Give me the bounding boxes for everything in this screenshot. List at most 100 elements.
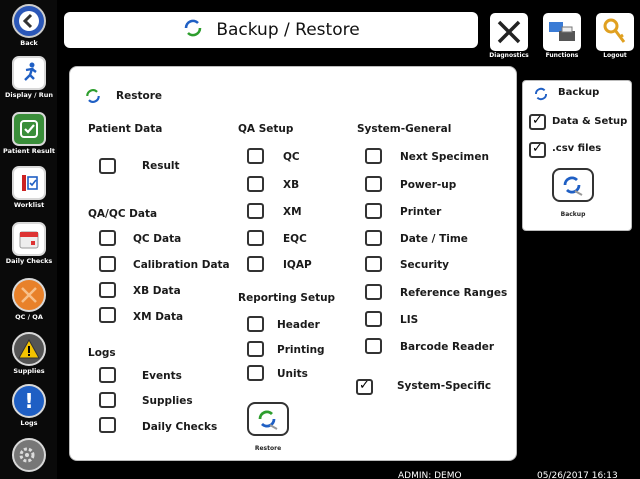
lis-checkbox[interactable]: [365, 311, 382, 327]
qc-data-label: QC Data: [133, 233, 182, 245]
backup-button-icon: [563, 176, 583, 196]
power-up-checkbox[interactable]: [365, 176, 382, 192]
backup-panel: Backup Data & Setup .csv files Backup: [522, 80, 632, 231]
events-label: Events: [142, 370, 182, 382]
eqc-checkbox[interactable]: [247, 230, 264, 246]
csv-files-label: .csv files: [552, 143, 602, 154]
system-general-heading: System-General: [357, 123, 452, 135]
units-label: Units: [277, 368, 308, 380]
tools-icon: [490, 13, 528, 51]
warning-icon: [12, 332, 46, 366]
supplies-label: Supplies: [142, 395, 193, 407]
worklist-icon: [12, 166, 46, 200]
sidebar-nav: Back Display / Run Patient Results Workl…: [0, 0, 57, 479]
xm-checkbox[interactable]: [247, 203, 264, 219]
printing-label: Printing: [277, 344, 325, 356]
iqap-label: IQAP: [283, 259, 312, 271]
backup-button-label: Backup: [560, 211, 586, 218]
lis-label: LIS: [400, 314, 419, 326]
xm-label: XM: [283, 206, 302, 218]
daily-checks-checkbox[interactable]: [99, 417, 116, 433]
reference-ranges-checkbox[interactable]: [365, 284, 382, 300]
calendar-icon: [12, 222, 46, 256]
restore-button-label: Restore: [254, 445, 282, 452]
user-status: ADMIN: DEMO: [398, 471, 462, 479]
xm-data-label: XM Data: [133, 311, 184, 323]
security-checkbox[interactable]: [365, 256, 382, 272]
page-header: Backup / Restore: [64, 12, 478, 48]
events-checkbox[interactable]: [99, 367, 116, 383]
csv-files-checkbox[interactable]: [529, 141, 546, 158]
result-checkbox[interactable]: [99, 158, 116, 174]
restore-title: Restore: [116, 90, 162, 102]
runner-icon: [12, 56, 46, 90]
qc-qa-icon: [12, 278, 46, 312]
xb-checkbox[interactable]: [247, 176, 264, 192]
xb-data-checkbox[interactable]: [99, 282, 116, 298]
supplies-checkbox[interactable]: [99, 392, 116, 408]
backup-restore-icon: [182, 17, 204, 43]
backup-icon: [533, 86, 549, 106]
page-title: Backup / Restore: [216, 20, 360, 40]
calibration-data-checkbox[interactable]: [99, 256, 116, 272]
qaqc-data-heading: QA/QC Data: [88, 208, 158, 220]
computer-printer-icon: [543, 13, 581, 51]
sidebar-item-worklist[interactable]: Worklist: [3, 166, 55, 209]
header-label: Header: [277, 319, 320, 331]
barcode-reader-label: Barcode Reader: [400, 341, 495, 353]
date-time-label: Date / Time: [400, 233, 468, 245]
logout-button[interactable]: Logout: [594, 13, 636, 61]
logs-heading: Logs: [88, 347, 116, 359]
sidebar-item-back[interactable]: Back: [3, 4, 55, 47]
data-setup-checkbox[interactable]: [529, 113, 546, 130]
qc-checkbox[interactable]: [247, 148, 264, 164]
next-specimen-checkbox[interactable]: [365, 148, 382, 164]
date-time-status: 05/26/2017 16:13: [537, 471, 618, 479]
power-up-label: Power-up: [400, 179, 457, 191]
restore-button[interactable]: [247, 402, 289, 436]
result-label: Result: [142, 160, 180, 172]
sidebar-item-logs[interactable]: ! Logs: [3, 384, 55, 427]
key-icon: [596, 13, 634, 51]
header-checkbox[interactable]: [247, 316, 264, 332]
xb-label: XB: [283, 179, 300, 191]
printing-checkbox[interactable]: [247, 341, 264, 357]
patient-data-heading: Patient Data: [88, 123, 163, 135]
sidebar-item-patient-results[interactable]: Patient Results: [3, 112, 55, 155]
qa-setup-heading: QA Setup: [238, 123, 294, 135]
qc-data-checkbox[interactable]: [99, 230, 116, 246]
patient-results-icon: [12, 112, 46, 146]
info-icon: !: [12, 384, 46, 418]
diagnostics-button[interactable]: Diagnostics: [488, 13, 530, 61]
security-label: Security: [400, 259, 450, 271]
sidebar-item-display-run[interactable]: Display / Run: [3, 56, 55, 99]
units-checkbox[interactable]: [247, 365, 264, 381]
back-arrow-icon: [12, 4, 46, 38]
backup-title: Backup: [558, 87, 600, 98]
daily-checks-label: Daily Checks: [142, 421, 218, 433]
restore-panel: Restore Patient Data Result QA/QC Data Q…: [69, 66, 517, 461]
sidebar-item-daily-checks[interactable]: Daily Checks: [3, 222, 55, 265]
next-specimen-label: Next Specimen: [400, 151, 489, 163]
restore-icon: [84, 87, 102, 109]
sidebar-item-supplies[interactable]: Supplies: [3, 332, 55, 375]
system-specific-label: System-Specific: [397, 380, 492, 392]
functions-button[interactable]: Functions: [541, 13, 583, 61]
system-specific-checkbox[interactable]: [356, 378, 373, 395]
printer-checkbox[interactable]: [365, 203, 382, 219]
xm-data-checkbox[interactable]: [99, 307, 116, 323]
date-time-checkbox[interactable]: [365, 230, 382, 246]
printer-label: Printer: [400, 206, 442, 218]
qc-label: QC: [283, 151, 300, 163]
reference-ranges-label: Reference Ranges: [400, 287, 508, 299]
sidebar-item-qc-qa[interactable]: QC / QA: [3, 278, 55, 321]
sidebar-item-settings[interactable]: [3, 438, 55, 472]
restore-button-icon: [258, 410, 278, 430]
backup-button[interactable]: [552, 168, 594, 202]
calibration-data-label: Calibration Data: [133, 259, 230, 271]
xb-data-label: XB Data: [133, 285, 181, 297]
barcode-reader-checkbox[interactable]: [365, 338, 382, 354]
reporting-setup-heading: Reporting Setup: [238, 292, 336, 304]
iqap-checkbox[interactable]: [247, 256, 264, 272]
eqc-label: EQC: [283, 233, 307, 245]
